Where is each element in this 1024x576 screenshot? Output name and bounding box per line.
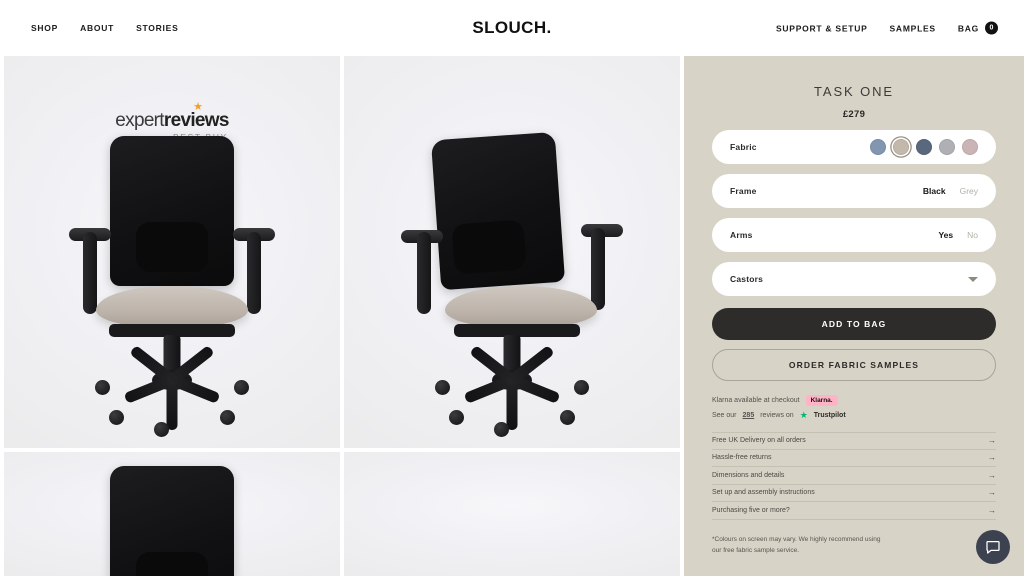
arrow-right-icon: → — [988, 436, 996, 446]
arrow-right-icon: → — [988, 505, 996, 515]
nav-item-support-setup[interactable]: SUPPORT & SETUP — [776, 23, 868, 33]
colour-disclaimer: *Colours on screen may vary. We highly r… — [712, 535, 881, 554]
trustpilot-name: Trustpilot — [813, 412, 846, 419]
page-main: ★ expertreviews BEST BUY — [0, 56, 1024, 576]
frame-option-black[interactable]: Black — [923, 186, 946, 196]
fabric-swatch-dusty-pink[interactable] — [962, 139, 978, 155]
fabric-selector-row[interactable]: Fabric — [712, 130, 996, 164]
order-fabric-samples-button[interactable]: ORDER FABRIC SAMPLES — [712, 349, 996, 381]
expert-reviews-wordmark: expertreviews — [115, 110, 229, 131]
product-image-1[interactable]: ★ expertreviews BEST BUY — [4, 56, 340, 448]
accordion-label: Free UK Delivery on all orders — [712, 437, 806, 445]
castors-label: Castors — [730, 274, 764, 284]
nav-item-stories[interactable]: STORIES — [136, 23, 178, 33]
arms-option-yes[interactable]: Yes — [938, 230, 953, 240]
castors-dropdown[interactable]: Castors — [712, 262, 996, 296]
bag-label: BAG — [957, 23, 979, 33]
primary-nav: SHOP ABOUT STORIES — [0, 23, 179, 33]
bag-count-badge: 0 — [985, 21, 998, 35]
frame-options: Black Grey — [923, 186, 978, 196]
arrow-right-icon: → — [988, 470, 996, 480]
chat-bubble-icon — [986, 541, 1000, 554]
office-chair-angled-view — [397, 131, 627, 437]
chat-widget-button[interactable] — [976, 530, 1010, 564]
info-accordion: Free UK Delivery on all orders → Hassle-… — [712, 432, 996, 520]
chevron-down-icon — [968, 276, 978, 282]
brand-logo[interactable]: SLOUCH. — [472, 18, 551, 38]
bag-button[interactable]: BAG 0 — [957, 21, 998, 35]
nav-item-about[interactable]: ABOUT — [80, 23, 114, 33]
product-price: £279 — [842, 109, 866, 120]
arms-option-no[interactable]: No — [967, 230, 978, 240]
fabric-swatch-taupe[interactable] — [893, 139, 909, 155]
product-image-4[interactable] — [344, 452, 680, 576]
fabric-swatch-blue-grey[interactable] — [870, 139, 886, 155]
product-image-3[interactable] — [4, 452, 340, 576]
accordion-item-returns[interactable]: Hassle-free returns → — [712, 450, 996, 467]
product-title: TASK ONE — [814, 84, 894, 99]
klarna-text: Klarna available at checkout — [712, 397, 800, 404]
klarna-line: Klarna available at checkout Klarna. — [712, 395, 996, 406]
fabric-swatch-group — [870, 139, 978, 155]
fabric-swatch-light-grey[interactable] — [939, 139, 955, 155]
fabric-swatch-slate[interactable] — [916, 139, 932, 155]
nav-item-shop[interactable]: SHOP — [31, 23, 58, 33]
office-chair-front-view — [57, 136, 287, 437]
secondary-nav: SUPPORT & SETUP SAMPLES BAG 0 — [776, 21, 998, 35]
star-icon: ★ — [193, 101, 203, 113]
accordion-label: Purchasing five or more? — [712, 506, 790, 514]
frame-label: Frame — [730, 186, 757, 196]
trustpilot-review-count: 285 — [742, 412, 755, 419]
office-chair-partial-view-2 — [397, 476, 627, 576]
accordion-label: Set up and assembly instructions — [712, 489, 815, 497]
frame-option-grey[interactable]: Grey — [960, 186, 978, 196]
arms-options: Yes No — [938, 230, 978, 240]
nav-item-samples[interactable]: SAMPLES — [890, 23, 936, 33]
trustpilot-prefix: See our — [712, 412, 737, 419]
trustpilot-line[interactable]: See our 285 reviews on ★ Trustpilot — [712, 411, 996, 420]
accordion-item-assembly[interactable]: Set up and assembly instructions → — [712, 485, 996, 502]
accordion-item-delivery[interactable]: Free UK Delivery on all orders → — [712, 432, 996, 450]
product-image-gallery: ★ expertreviews BEST BUY — [0, 56, 684, 576]
accordion-item-bulk[interactable]: Purchasing five or more? → — [712, 502, 996, 520]
accordion-item-dimensions[interactable]: Dimensions and details → — [712, 467, 996, 485]
frame-selector-row[interactable]: Frame Black Grey — [712, 174, 996, 208]
add-to-bag-button[interactable]: ADD TO BAG — [712, 308, 996, 340]
site-header: SHOP ABOUT STORIES SLOUCH. SUPPORT & SET… — [0, 0, 1024, 56]
accordion-label: Hassle-free returns — [712, 454, 772, 462]
product-config-panel: TASK ONE £279 Fabric Frame Black Grey Ar… — [684, 56, 1024, 576]
arms-selector-row[interactable]: Arms Yes No — [712, 218, 996, 252]
product-image-2[interactable] — [344, 56, 680, 448]
arms-label: Arms — [730, 230, 753, 240]
arrow-right-icon: → — [988, 453, 996, 463]
klarna-badge: Klarna. — [805, 395, 838, 406]
accordion-label: Dimensions and details — [712, 471, 785, 479]
fabric-label: Fabric — [730, 142, 757, 152]
arrow-right-icon: → — [988, 488, 996, 498]
office-chair-partial-view-1 — [57, 466, 287, 576]
trustpilot-star-icon: ★ — [799, 410, 808, 420]
trustpilot-middle: reviews on — [760, 412, 794, 419]
